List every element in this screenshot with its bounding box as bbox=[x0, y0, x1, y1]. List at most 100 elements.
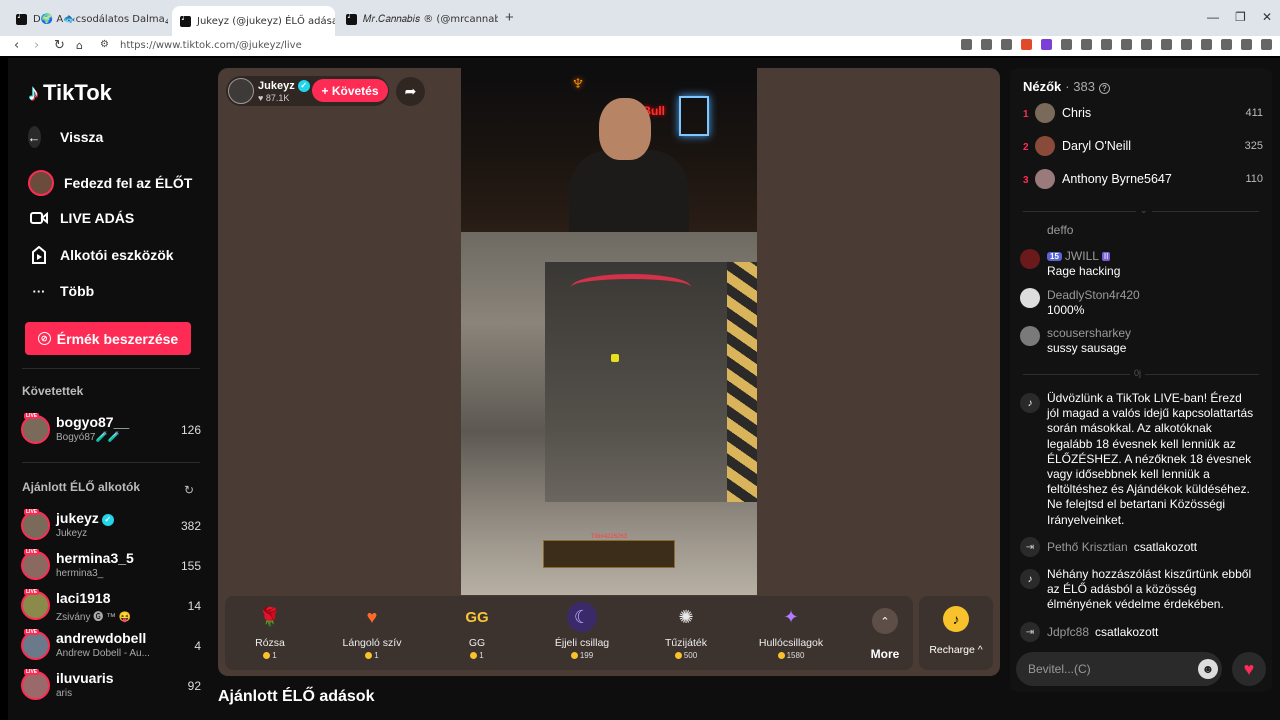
following-item[interactable]: LIVE bogyo87__ Bogyó87🧪🧪 126 bbox=[21, 413, 201, 447]
refresh-icon[interactable]: ↻ bbox=[184, 483, 194, 497]
tiktok-coin-icon: ♪ bbox=[943, 606, 969, 632]
forward-icon[interactable]: › bbox=[34, 38, 39, 53]
extension-icon[interactable] bbox=[1041, 39, 1052, 50]
following-title: Követettek bbox=[22, 384, 84, 398]
avatar bbox=[1020, 249, 1040, 269]
gg-icon: GG bbox=[465, 608, 489, 626]
live-badge: LIVE bbox=[24, 669, 40, 675]
game-hazard-stripes bbox=[727, 262, 757, 502]
avatar-icon bbox=[28, 170, 54, 196]
top-viewer-row[interactable]: 2 Daryl O'Neill 325 bbox=[1023, 136, 1263, 162]
extension-icon[interactable] bbox=[1121, 39, 1132, 50]
get-coins-button[interactable]: ⊘ Érmék beszerzése bbox=[25, 322, 191, 355]
avatar bbox=[1020, 288, 1040, 308]
home-icon[interactable]: ⌂ bbox=[76, 39, 83, 52]
top-viewer-row[interactable]: 1 Chris 411 bbox=[1023, 103, 1263, 129]
join-message: ⇥ Pethő Krisztian csatlakozott bbox=[1020, 537, 1266, 557]
address-bar: ‹ › ↻ ⌂ ⚙ https://www.tiktok.com/@jukeyz… bbox=[0, 36, 1280, 56]
tiktok-favicon-icon bbox=[16, 11, 27, 25]
extension-icon[interactable] bbox=[1081, 39, 1092, 50]
minimize-icon[interactable]: — bbox=[1207, 10, 1219, 24]
menu-icon[interactable] bbox=[1261, 39, 1272, 50]
url-field[interactable]: https://www.tiktok.com/@jukeyz/live bbox=[120, 40, 302, 51]
live-badge: LIVE bbox=[24, 509, 40, 515]
recommended-item[interactable]: LIVE andrewdobell Andrew Dobell - Au... … bbox=[21, 629, 201, 663]
help-icon[interactable]: ? bbox=[1098, 83, 1110, 94]
live-player[interactable]: ♆ dBull Tibi#4226263 Jukeyz ✓ ♥ 87.1K + K… bbox=[218, 68, 1000, 676]
gift-item[interactable]: ♥ Lángoló szív 1 bbox=[327, 602, 417, 666]
browser-tab-3[interactable]: 𝑀𝑟.𝐶𝑎𝑛𝑛𝑎𝑏𝑖𝑠 ® (@mrcannabis_) bbox=[338, 8, 498, 30]
back-icon[interactable]: ‹ bbox=[14, 38, 19, 53]
verified-icon: ✓ bbox=[101, 514, 114, 526]
brave-shield-icon[interactable] bbox=[1021, 39, 1032, 50]
nav-go-live[interactable]: LIVE ADÁS bbox=[28, 207, 134, 229]
join-message: ⇥ Jdpfc88 csatlakozott bbox=[1020, 622, 1266, 642]
chat-input[interactable] bbox=[1028, 660, 1188, 678]
recommended-item[interactable]: LIVE hermina3_5 hermina3_ 155 bbox=[21, 549, 201, 583]
avatar bbox=[21, 551, 50, 580]
new-tab-icon[interactable]: + bbox=[505, 9, 514, 26]
gift-item[interactable]: 🌹 Rózsa 1 bbox=[225, 602, 315, 666]
close-window-icon[interactable]: ✕ bbox=[1262, 10, 1272, 24]
level-badge: 15 bbox=[1047, 252, 1062, 261]
nav-explore-live[interactable]: Fedezd fel az ÉLŐT bbox=[28, 170, 192, 196]
nav-creator-tools[interactable]: Alkotói eszközök bbox=[28, 244, 174, 266]
avatar bbox=[21, 671, 50, 700]
browser-tab-2-active[interactable]: Jukeyz (@jukeyz) ÉLŐ adása ✕ bbox=[172, 6, 335, 36]
neon-sign-logo: ♆ bbox=[569, 70, 587, 95]
chat-message: scousersharkey sussy sausage bbox=[1020, 326, 1266, 358]
emoji-icon[interactable]: ☻ bbox=[1198, 659, 1218, 679]
maximize-icon[interactable]: ❐ bbox=[1235, 10, 1246, 24]
like-heart-button[interactable]: ♥ bbox=[1232, 652, 1266, 686]
more-gifts-button[interactable]: ⌃ More bbox=[865, 608, 905, 661]
extension-icon[interactable] bbox=[1141, 39, 1152, 50]
extension-icon[interactable] bbox=[1221, 39, 1232, 50]
tiktok-favicon-icon bbox=[180, 13, 191, 27]
extension-icon[interactable] bbox=[1181, 39, 1192, 50]
tiktok-favicon-icon bbox=[346, 11, 357, 25]
browser-tab-1[interactable]: D🌍 A🐟csodálatos Dalma🏔🐸 (@... bbox=[8, 8, 168, 30]
streamer-face bbox=[599, 98, 651, 160]
flaming-heart-icon: ♥ bbox=[366, 606, 378, 627]
chat-message: deffo bbox=[1047, 223, 1074, 237]
extension-icon[interactable] bbox=[981, 39, 992, 50]
recharge-button[interactable]: ♪ Recharge ^ bbox=[919, 596, 993, 670]
extension-icon[interactable] bbox=[1161, 39, 1172, 50]
recommended-live-heading: Ajánlott ÉLŐ adások bbox=[218, 688, 375, 705]
top-viewer-row[interactable]: 3 Anthony Byrne5647 110 bbox=[1023, 169, 1263, 195]
recommended-item[interactable]: LIVE iluvuaris aris 92 bbox=[21, 669, 201, 703]
site-info-icon[interactable]: ⚙ bbox=[100, 39, 109, 50]
rank-badge: II bbox=[1101, 252, 1111, 261]
game-hud bbox=[543, 540, 675, 568]
chevron-down-icon[interactable]: ⌄ bbox=[1136, 205, 1152, 216]
extension-icon[interactable] bbox=[1241, 39, 1252, 50]
recommended-item[interactable]: LIVE jukeyz ✓ Jukeyz 382 bbox=[21, 509, 201, 543]
gift-item[interactable]: ✦ Hullócsillagok 1580 bbox=[746, 602, 836, 666]
live-badge: LIVE bbox=[24, 629, 40, 635]
avatar bbox=[1035, 169, 1055, 189]
reload-icon[interactable]: ↻ bbox=[54, 38, 65, 53]
nav-more[interactable]: ··· Több bbox=[28, 280, 95, 302]
extension-icon[interactable] bbox=[1001, 39, 1012, 50]
live-badge: LIVE bbox=[24, 549, 40, 555]
shooting-stars-icon: ✦ bbox=[783, 606, 799, 627]
gift-item[interactable]: ☾ Éjjeli csillag 199 bbox=[537, 602, 627, 666]
extension-icon[interactable] bbox=[1061, 39, 1072, 50]
crosshair-icon bbox=[611, 354, 619, 362]
live-video[interactable]: ♆ dBull Tibi#4226263 bbox=[461, 68, 757, 595]
extension-icon[interactable] bbox=[1201, 39, 1212, 50]
live-badge: LIVE bbox=[24, 589, 40, 595]
gift-item[interactable]: ✺ Tűzijáték 500 bbox=[641, 602, 731, 666]
tiktok-logo[interactable]: ♪ TikTok bbox=[28, 80, 112, 106]
gift-item[interactable]: GG GG 1 bbox=[432, 602, 522, 666]
recommended-item[interactable]: LIVE laci1918 Zsivány 🅖 ™ 😝 14 bbox=[21, 589, 201, 623]
join-icon: ⇥ bbox=[1020, 537, 1040, 557]
follow-button[interactable]: + Követés bbox=[312, 79, 388, 102]
share-icon[interactable]: ➦ bbox=[396, 77, 425, 106]
extension-icon[interactable] bbox=[961, 39, 972, 50]
divider bbox=[22, 462, 200, 463]
chevron-up-icon: ⌃ bbox=[872, 608, 898, 634]
nav-back[interactable]: ← Vissza bbox=[27, 126, 103, 148]
extension-icon[interactable] bbox=[1101, 39, 1112, 50]
webcam-feed: ♆ dBull bbox=[461, 68, 757, 232]
